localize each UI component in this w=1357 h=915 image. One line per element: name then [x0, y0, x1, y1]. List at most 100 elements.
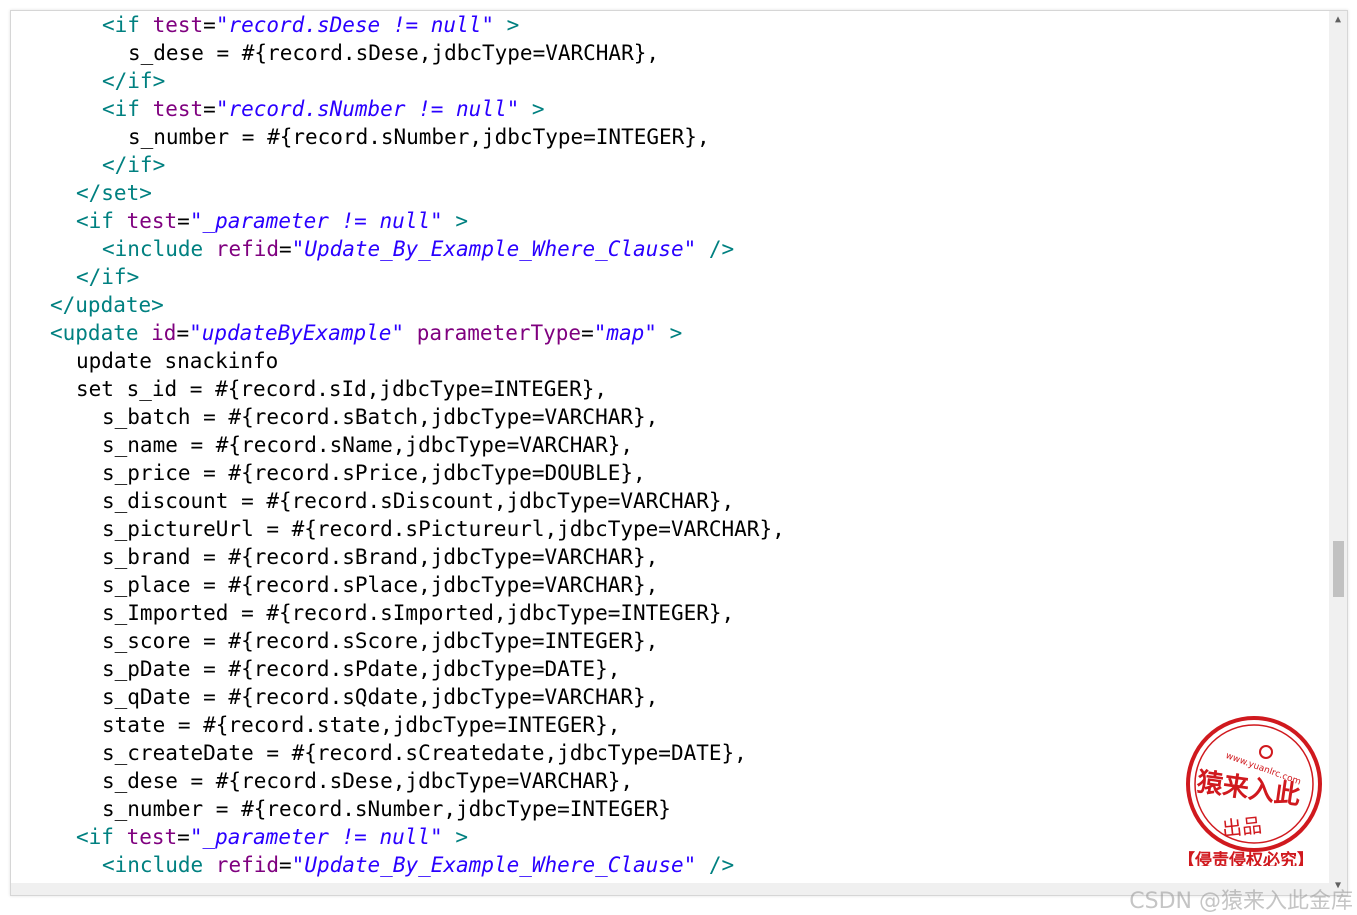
code-line: s_score = #{record.sScore,jdbcType=INTEG…	[102, 627, 658, 655]
code-token: "record.sDese != null"	[215, 13, 494, 37]
code-line: s_price = #{record.sPrice,jdbcType=DOUBL…	[102, 459, 646, 487]
code-token: </update>	[50, 293, 164, 317]
code-token: s_dese = #{record.sDese,jdbcType=VARCHAR…	[128, 41, 660, 65]
code-line: </update>	[50, 291, 164, 319]
code-token: <update	[50, 321, 152, 345]
code-line: s_place = #{record.sPlace,jdbcType=VARCH…	[102, 571, 658, 599]
code-token: =	[581, 321, 594, 345]
code-token: s_brand = #{record.sBrand,jdbcType=VARCH…	[102, 545, 659, 569]
code-line: <if test="_parameter != null" >	[76, 823, 468, 851]
vertical-scrollbar[interactable]: ▲ ▼	[1329, 11, 1347, 895]
code-token: s_discount = #{record.sDiscount,jdbcType…	[102, 489, 735, 513]
code-token: "_parameter != null"	[189, 825, 443, 849]
code-token: <if	[76, 209, 127, 233]
code-line: s_batch = #{record.sBatch,jdbcType=VARCH…	[102, 403, 658, 431]
code-token: </if>	[102, 153, 166, 177]
code-token: s_createDate = #{record.sCreatedate,jdbc…	[102, 741, 747, 765]
code-line: state = #{record.state,jdbcType=INTEGER}…	[102, 711, 620, 739]
code-token: >	[656, 321, 683, 345]
code-token: </set>	[76, 181, 152, 205]
code-token: "_parameter != null"	[189, 209, 443, 233]
code-line: <include refid="Update_By_Example_Where_…	[102, 851, 734, 879]
code-token: >	[519, 97, 545, 121]
code-token: s_batch = #{record.sBatch,jdbcType=VARCH…	[102, 405, 659, 429]
code-token: />	[696, 237, 735, 261]
code-token: "map"	[593, 321, 657, 345]
code-token: =	[203, 97, 216, 121]
code-token: =	[279, 853, 292, 877]
code-line: s_dese = #{record.sDese,jdbcType=VARCHAR…	[102, 767, 633, 795]
code-editor[interactable]: <if test="record.sDese != null" > s_dese …	[11, 11, 1329, 895]
code-token: </if>	[102, 69, 166, 93]
code-token: =	[203, 13, 216, 37]
code-token: id	[151, 321, 177, 345]
code-token: >	[442, 209, 468, 233]
code-line: </set>	[76, 179, 152, 207]
code-token: refid	[215, 237, 280, 261]
seal-notice: 【侵责侵权必究】	[1178, 850, 1314, 866]
code-token: =	[177, 825, 190, 849]
code-line: s_Imported = #{record.sImported,jdbcType…	[102, 599, 734, 627]
code-line: s_name = #{record.sName,jdbcType=VARCHAR…	[102, 431, 633, 459]
code-token: test	[126, 825, 178, 849]
code-token: s_number = #{record.sNumber,jdbcType=INT…	[128, 125, 710, 149]
code-line: s_discount = #{record.sDiscount,jdbcType…	[102, 487, 734, 515]
code-token: =	[176, 321, 190, 345]
code-token: test	[126, 209, 178, 233]
code-token: <include	[102, 237, 216, 261]
code-line: s_pictureUrl = #{record.sPictureurl,jdbc…	[102, 515, 785, 543]
code-token: "updateByExample"	[189, 321, 405, 345]
code-line: <if test="record.sNumber != null" >	[102, 95, 545, 123]
code-token: "record.sNumber != null"	[215, 97, 520, 121]
csdn-watermark: CSDN @猿来入此金库	[1129, 889, 1353, 914]
code-viewer-window: <if test="record.sDese != null" > s_dese …	[10, 10, 1348, 896]
code-token: s_number = #{record.sNumber,jdbcType=INT…	[102, 797, 671, 821]
code-token: s_price = #{record.sPrice,jdbcType=DOUBL…	[102, 461, 646, 485]
seal-icon: www.yuanlrc.com 猿来入此 出品 【侵责侵权必究】	[1178, 716, 1322, 871]
code-token: test	[152, 97, 204, 121]
code-token: refid	[215, 853, 280, 877]
code-line: s_dese = #{record.sDese,jdbcType=VARCHAR…	[128, 39, 659, 67]
code-token: <if	[102, 97, 153, 121]
copyright-seal-stamp: www.yuanlrc.com 猿来入此 出品 【侵责侵权必究】	[1178, 716, 1328, 871]
code-token: >	[442, 825, 468, 849]
code-token: s_name = #{record.sName,jdbcType=VARCHAR…	[102, 433, 634, 457]
code-token: s_pDate = #{record.sPdate,jdbcType=DATE}…	[102, 657, 621, 681]
code-line: s_number = #{record.sNumber,jdbcType=INT…	[102, 795, 671, 823]
code-token: s_pictureUrl = #{record.sPictureurl,jdbc…	[102, 517, 785, 541]
code-token: s_place = #{record.sPlace,jdbcType=VARCH…	[102, 573, 659, 597]
code-token: "Update_By_Example_Where_Clause"	[291, 853, 697, 877]
code-token: state = #{record.state,jdbcType=INTEGER}…	[102, 713, 621, 737]
code-token: <if	[102, 13, 153, 37]
code-line: s_brand = #{record.sBrand,jdbcType=VARCH…	[102, 543, 658, 571]
code-token: >	[493, 13, 520, 37]
scroll-up-arrow-icon[interactable]: ▲	[1329, 11, 1347, 29]
code-token: s_qDate = #{record.sQdate,jdbcType=VARCH…	[102, 685, 659, 709]
seal-product: 出品	[1221, 813, 1263, 841]
code-token: s_Imported = #{record.sImported,jdbcType…	[102, 601, 735, 625]
code-token: =	[279, 237, 292, 261]
code-line: s_qDate = #{record.sQdate,jdbcType=VARCH…	[102, 683, 658, 711]
code-line: <if test="record.sDese != null" >	[102, 11, 519, 39]
code-line: set s_id = #{record.sId,jdbcType=INTEGER…	[76, 375, 607, 403]
code-token: update snackinfo	[76, 349, 279, 373]
code-line: <update id="updateByExample" parameterTy…	[50, 319, 682, 347]
code-token: <include	[102, 853, 216, 877]
code-line: s_number = #{record.sNumber,jdbcType=INT…	[128, 123, 710, 151]
code-token: />	[696, 853, 735, 877]
code-line: </if>	[76, 263, 139, 291]
code-token: <if	[76, 825, 127, 849]
code-token: "Update_By_Example_Where_Clause"	[291, 237, 697, 261]
code-line: </if>	[102, 151, 165, 179]
code-line: <if test="_parameter != null" >	[76, 207, 468, 235]
apple-icon	[1259, 745, 1273, 759]
code-token: =	[177, 209, 190, 233]
code-line: update snackinfo	[76, 347, 278, 375]
code-line: <include refid="Update_By_Example_Where_…	[102, 235, 734, 263]
code-token: set s_id = #{record.sId,jdbcType=INTEGER…	[76, 377, 608, 401]
code-token: s_dese = #{record.sDese,jdbcType=VARCHAR…	[102, 769, 634, 793]
code-token: test	[152, 13, 204, 37]
code-line: </if>	[102, 67, 165, 95]
scrollbar-thumb[interactable]	[1333, 541, 1344, 597]
